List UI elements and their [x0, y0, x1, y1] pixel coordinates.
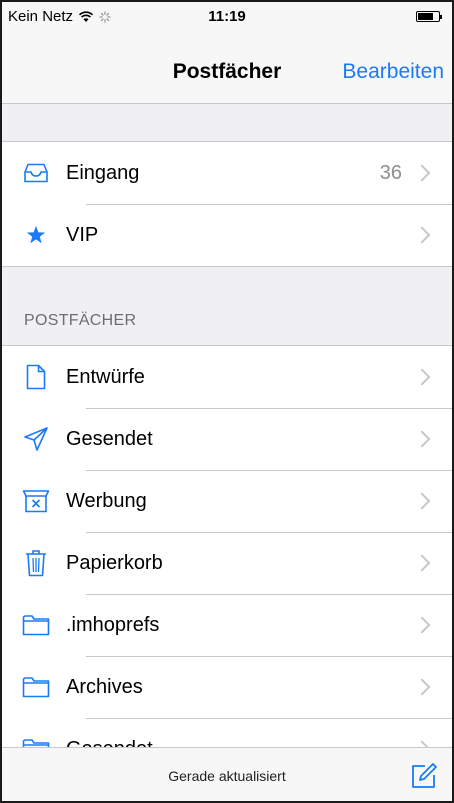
mailbox-row-junk[interactable]: Werbung [2, 470, 452, 532]
chevron-right-icon [413, 554, 431, 572]
battery-icon [416, 11, 442, 22]
mailbox-label: Werbung [66, 489, 147, 512]
unread-count: 36 [379, 161, 402, 184]
chevron-right-icon [413, 678, 431, 696]
mail-window: Kein Netz 11:19 Postfächer Bearbeiten Ei… [0, 0, 454, 803]
chevron-right-icon [413, 164, 431, 182]
section-header: POSTFÄCHER [24, 312, 137, 329]
mailbox-label: Archives [66, 675, 143, 698]
compose-icon[interactable] [410, 762, 438, 790]
mailbox-row-sent[interactable]: Gesendet [2, 408, 452, 470]
edit-button[interactable]: Bearbeiten [342, 60, 444, 84]
status-bar: Kein Netz 11:19 [2, 2, 452, 32]
mailbox-label: Gesendet [66, 427, 153, 450]
document-icon [22, 363, 50, 391]
inbox-icon [22, 159, 50, 187]
junk-icon [22, 487, 50, 515]
chevron-right-icon [413, 226, 431, 244]
mailbox-row-trash[interactable]: Papierkorb [2, 532, 452, 594]
mailbox-row-vip[interactable]: VIP [2, 204, 452, 266]
mailbox-label: VIP [66, 223, 99, 246]
mailbox-row-drafts[interactable]: Entwürfe [2, 346, 452, 408]
update-status: Gerade aktualisiert [168, 768, 286, 784]
chevron-right-icon [413, 616, 431, 634]
mailbox-row-archives[interactable]: Archives [2, 656, 452, 718]
star-icon [22, 221, 50, 249]
folder-icon [22, 611, 50, 639]
mailbox-label: Papierkorb [66, 551, 163, 574]
mailbox-row-imhoprefs[interactable]: .imhoprefs [2, 594, 452, 656]
bottom-toolbar: Gerade aktualisiert [2, 747, 452, 801]
chevron-right-icon [413, 368, 431, 386]
mailbox-label: Eingang [66, 161, 140, 184]
paper-plane-icon [22, 425, 50, 453]
trash-icon [22, 549, 50, 577]
chevron-right-icon [413, 430, 431, 448]
mailbox-label: .imhoprefs [66, 613, 160, 636]
top-mailbox-list: Eingang 36 VIP [2, 141, 452, 267]
navigation-bar: Postfächer Bearbeiten [2, 32, 452, 104]
status-time: 11:19 [208, 8, 246, 25]
mailbox-row-inbox[interactable]: Eingang 36 [2, 142, 452, 204]
mailbox-label: Entwürfe [66, 365, 145, 388]
folder-icon [22, 673, 50, 701]
mailbox-list: Entwürfe Gesendet Werbung Papierkorb .im… [2, 345, 452, 780]
chevron-right-icon [413, 492, 431, 510]
